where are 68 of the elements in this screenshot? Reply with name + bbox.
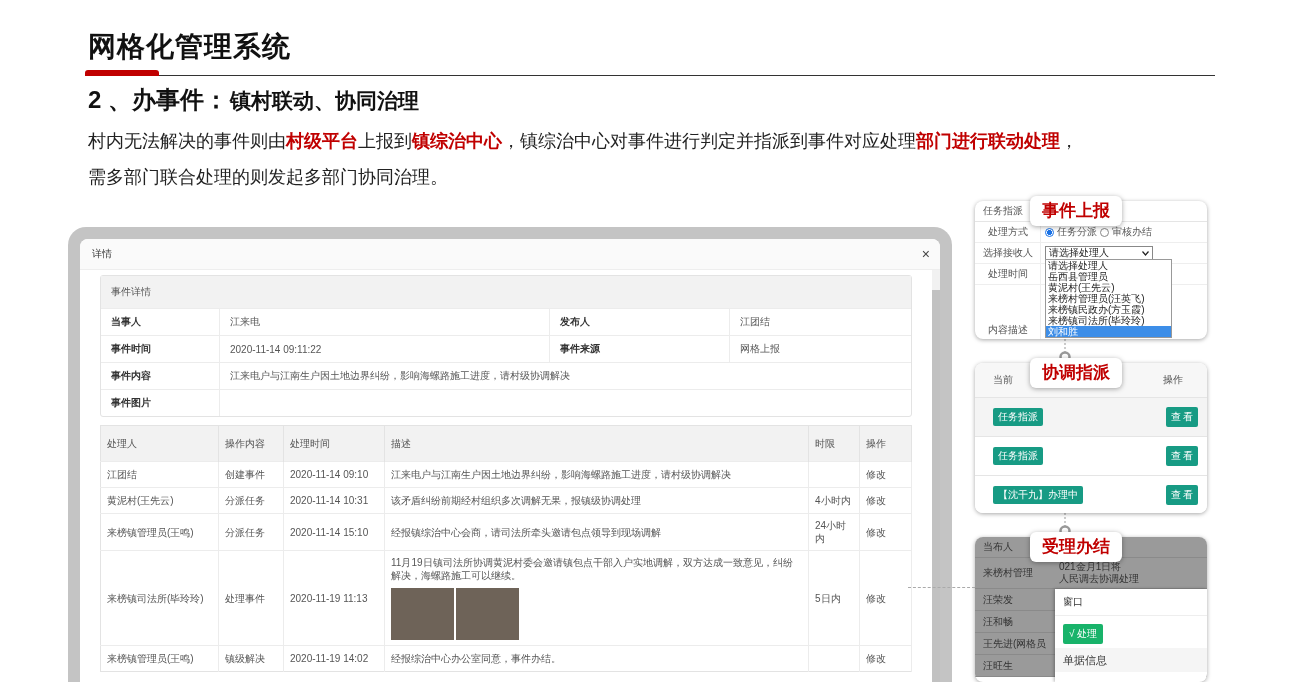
table-cell: 创建事件 xyxy=(218,461,284,488)
field-value: 江团结 xyxy=(729,309,911,335)
status-tag: 任务指派 xyxy=(993,447,1043,465)
table-cell: 经报综治中心办公室同意，事件办结。 xyxy=(391,653,561,664)
status-tag: 【沈干九】办理中 xyxy=(993,486,1083,504)
stage-label: 受理办结 xyxy=(1030,532,1122,562)
panel-title: 窗口 xyxy=(1055,589,1207,616)
table-cell: 2020-11-19 14:02 xyxy=(283,645,385,672)
table-cell: 2020-11-14 09:10 xyxy=(283,461,385,488)
field-label: 处理时间 xyxy=(975,264,1041,284)
dialog-title: 详情 xyxy=(92,247,112,261)
field-label: 事件图片 xyxy=(110,396,152,410)
panel-title: 事件详情 xyxy=(101,276,911,308)
table-cell-text: 来榜村管理 xyxy=(982,566,1033,580)
field-value: 江来电户与江南生户因土地边界纠纷，影响海螺路施工进度，请村级协调解决 xyxy=(219,363,911,389)
table-cell: 分派任务 xyxy=(218,513,284,551)
column-header: 描述 xyxy=(384,425,809,462)
table-cell-text: 汪和畅 xyxy=(982,614,1013,629)
section-title: 单据信息 xyxy=(1055,648,1207,672)
field-label: 事件来源 xyxy=(549,336,729,362)
table-cell: 分派任务 xyxy=(218,487,284,514)
table-cell: 来榜镇管理员(王鸣) xyxy=(100,513,219,551)
field-value: 2020-11-14 09:11:22 xyxy=(219,336,549,362)
table-cell-text: 11月19日镇司法所协调黄泥村委会邀请镇包点干部入户实地调解，双方达成一致意见，纠纷解决，海螺路施工可以继续。 xyxy=(391,556,794,582)
table-cell: 24小时内 xyxy=(808,513,860,551)
column-header: 处理人 xyxy=(100,425,219,462)
column-header: 操作 xyxy=(1162,373,1184,387)
table-cell: 2020-11-14 10:31 xyxy=(283,487,385,514)
table-cell: 4小时内 xyxy=(808,487,860,514)
table-cell: 处理事件 xyxy=(218,550,284,646)
table-cell-text: 汪荣发 xyxy=(982,592,1013,607)
page-title: 网格化管理系统 xyxy=(88,30,292,64)
description-paragraph: 村内无法解决的事件则由村级平台上报到镇综治中心，镇综治中心对事件进行判定并指派到事件对应处理部门进行联动处理， 需多部门联合处理的则发起多部门协同治理。 xyxy=(88,130,1078,189)
stage-label: 协调指派 xyxy=(1030,358,1122,388)
column-header: 当前 xyxy=(992,373,1014,387)
column-header: 处理时间 xyxy=(283,425,385,462)
stage-label: 事件上报 xyxy=(1030,196,1122,226)
table-cell: 2020-11-14 15:10 xyxy=(283,513,385,551)
table-cell: 5日内 xyxy=(808,550,860,646)
table-cell: 来榜镇管理员(王鸣) xyxy=(100,645,219,672)
field-label: 选择接收人 xyxy=(975,243,1041,263)
table-cell: 2020-11-19 11:13 xyxy=(283,550,385,646)
column-header: 操作 xyxy=(859,425,912,462)
section-number: 2 、办事件： xyxy=(88,85,228,115)
table-cell-text: 汪旺生 xyxy=(982,658,1013,673)
table-cell: 该矛盾纠纷前期经村组织多次调解无果，报镇级协调处理 xyxy=(391,495,641,506)
column-header: 时限 xyxy=(808,425,860,462)
status-tag: 任务指派 xyxy=(993,408,1043,426)
table-cell-text: 王先进(网格员 xyxy=(982,636,1047,651)
radio-label: 审核办结 xyxy=(1112,225,1152,239)
field-label: 当事人 xyxy=(110,315,142,329)
table-cell: 黄泥村(王先云) xyxy=(100,487,219,514)
table-cell: 江来电户与江南生户因土地边界纠纷，影响海螺路施工进度，请村级协调解决 xyxy=(391,469,731,480)
table-cell-text: 021金月1日将 人民调去协调处理 xyxy=(1058,560,1140,586)
field-value: 网格上报 xyxy=(729,336,911,362)
field-label: 发布人 xyxy=(549,309,729,335)
table-cell: 江团结 xyxy=(100,461,219,488)
column-header: 操作内容 xyxy=(218,425,284,462)
field-value: 江来电 xyxy=(219,309,549,335)
table-cell: 镇级解决 xyxy=(218,645,284,672)
radio-label: 任务分派 xyxy=(1057,225,1097,239)
field-label: 事件内容 xyxy=(110,369,152,383)
field-label: 事件时间 xyxy=(110,342,152,356)
field-label: 内容描述 xyxy=(975,285,1041,339)
table-cell: 经报镇综治中心会商，请司法所牵头邀请包点领导到现场调解 xyxy=(391,526,661,538)
table-cell: 来榜镇司法所(毕玲玲) xyxy=(100,550,219,646)
table-cell-text: 当布人 xyxy=(982,540,1013,554)
section-heading: 镇村联动、协同治理 xyxy=(230,88,419,114)
